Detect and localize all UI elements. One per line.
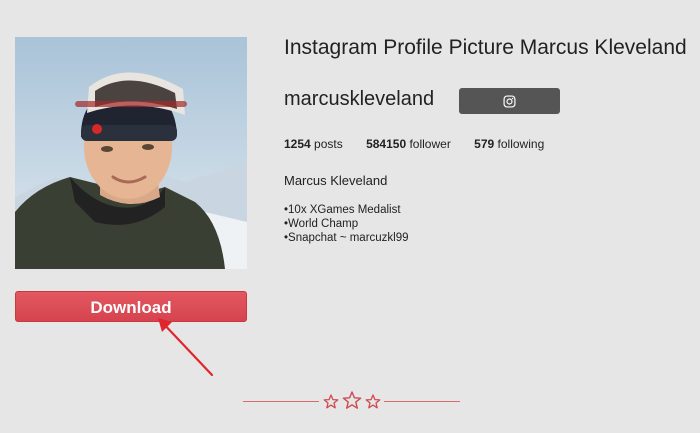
profile-username: marcuskleveland	[284, 88, 435, 110]
profile-photo-image	[15, 37, 247, 269]
following-count: 579	[474, 137, 495, 151]
star-outline-icon	[365, 394, 381, 409]
star-divider	[243, 390, 460, 412]
following-label: following	[497, 137, 545, 151]
followers-label: follower	[409, 137, 451, 151]
stars-decoration	[323, 391, 381, 409]
following-stat: 579 following	[474, 137, 544, 151]
bio-line: •World Champ	[284, 218, 359, 230]
profile-bio: •10x XGames Medalist •World Champ •Snapc…	[284, 203, 409, 245]
profile-stats: 1254 posts 584150 follower 579 following	[284, 137, 564, 151]
page-title: Instagram Profile Picture Marcus Klevela…	[284, 36, 687, 59]
divider-line-right	[384, 401, 460, 402]
profile-full-name: Marcus Kleveland	[284, 173, 388, 188]
instagram-link-button[interactable]	[459, 88, 560, 114]
followers-stat: 584150 follower	[366, 137, 451, 151]
instagram-icon	[503, 94, 516, 108]
posts-stat: 1254 posts	[284, 137, 343, 151]
annotation-arrow-icon	[158, 318, 214, 377]
divider-line-left	[243, 401, 319, 402]
profile-page: Download Instagram Profile Picture Marcu…	[0, 0, 700, 433]
star-outline-icon	[323, 394, 339, 409]
bio-line: •10x XGames Medalist	[284, 204, 401, 216]
posts-count: 1254	[284, 137, 311, 151]
bio-line: •Snapchat ~ marcuzkl99	[284, 232, 409, 244]
posts-label: posts	[314, 137, 343, 151]
profile-photo	[15, 37, 247, 269]
followers-count: 584150	[366, 137, 407, 151]
star-outline-icon	[342, 391, 362, 409]
